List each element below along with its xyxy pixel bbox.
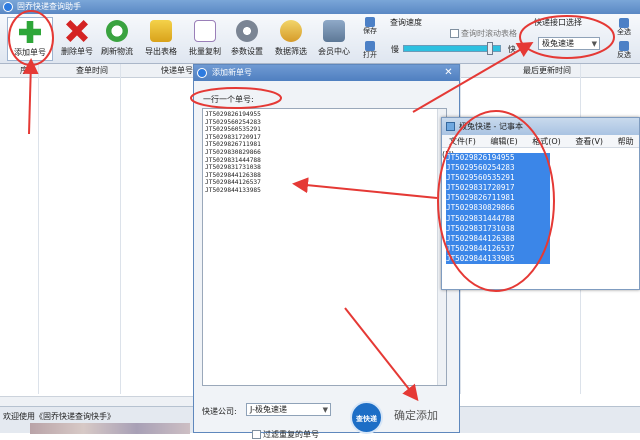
close-icon[interactable]: ✕ xyxy=(442,66,455,79)
add-number-button[interactable]: 添加单号 xyxy=(7,17,53,61)
menu-view[interactable]: 查看(V) xyxy=(575,137,603,146)
delete-icon xyxy=(66,20,88,42)
scroll-table-checkbox[interactable]: 查询时滚动表格 xyxy=(450,28,517,39)
notepad-icon xyxy=(446,122,455,131)
tracking-number-line: JT5029844126388 xyxy=(205,171,261,179)
selected-text-line: JT5029831731038 xyxy=(446,223,550,234)
settings-button[interactable]: 参数设置 xyxy=(224,17,270,61)
col-index[interactable]: 序 xyxy=(20,64,28,78)
member-center-button[interactable]: 会员中心 xyxy=(311,17,357,61)
tracking-number-line: JT5029560535291 xyxy=(205,126,261,134)
chevron-down-icon: ▼ xyxy=(322,406,328,414)
add-number-dialog: 添加新单号 ✕ 一行一个单号: JT5029826194955 JT5029560… xyxy=(193,64,460,439)
menu-format[interactable]: 格式(O) xyxy=(532,137,561,146)
window-title: 固乔快递查询助手 xyxy=(17,2,81,11)
copy-icon xyxy=(194,20,216,42)
selected-text-line: JT5029826711981 xyxy=(446,193,550,204)
grid-divider xyxy=(120,64,121,394)
selected-text-line: JT5029844126388 xyxy=(446,233,550,244)
confirm-add-button[interactable]: 确定添加 xyxy=(387,405,445,427)
notepad-text-area[interactable]: JT5029826194955 JT5029560254283 JT50295605… xyxy=(446,153,550,265)
menu-file[interactable]: 文件(F) xyxy=(449,137,476,146)
col-last-update[interactable]: 最后更新时间 xyxy=(523,64,571,78)
courier-select[interactable]: J-极兔速递 ▼ xyxy=(246,403,331,416)
filter-duplicates-checkbox[interactable]: 过滤重复的单号 xyxy=(252,429,319,440)
tracking-number-line: JT5029831444788 xyxy=(205,156,261,164)
selected-text-line: JT5029560254283 xyxy=(446,163,550,174)
tracking-number-line: JT5029826711981 xyxy=(205,141,261,149)
selected-text-line: JT5029826194955 xyxy=(446,153,550,164)
fast-label: 快 xyxy=(508,45,516,54)
selected-text-line: JT5029831720917 xyxy=(446,183,550,194)
selected-text-line: JT5029830829866 xyxy=(446,203,550,214)
settings-icon xyxy=(236,20,258,42)
data-filter-button[interactable]: 数据筛选 xyxy=(268,17,314,61)
tracking-number-line: JT5029560254283 xyxy=(205,118,261,126)
checkbox-icon xyxy=(450,29,459,38)
member-icon xyxy=(323,20,345,42)
query-speed-panel: 查询速度 查询时滚动表格 慢 快 xyxy=(388,16,518,58)
filter-icon xyxy=(280,20,302,42)
grid-divider xyxy=(38,64,39,394)
export-table-button[interactable]: 导出表格 xyxy=(138,17,184,61)
refresh-logistics-button[interactable]: 刷新物流 xyxy=(94,17,140,61)
horizontal-scrollbar[interactable] xyxy=(0,396,200,406)
tracking-number-line: JT5029826194955 xyxy=(205,111,261,118)
query-express-logo: 查快递 xyxy=(350,401,383,434)
export-icon xyxy=(150,20,172,42)
interface-select[interactable]: 极兔速递 ▼ xyxy=(538,37,600,50)
open-button[interactable]: 打开 xyxy=(359,40,381,62)
refresh-icon xyxy=(106,20,128,42)
tracking-number-line: JT5029830829866 xyxy=(205,148,261,156)
checkbox-icon xyxy=(252,430,261,439)
window-titlebar: 固乔快递查询助手 xyxy=(0,0,640,14)
selected-text-line: JT5029844133985 xyxy=(446,253,550,265)
add-icon xyxy=(19,21,41,43)
status-image-strip xyxy=(30,423,190,434)
tracking-number-line: JT5029831720917 xyxy=(205,133,261,141)
tracking-number-line: JT5029844126537 xyxy=(205,179,261,187)
save-button[interactable]: 保存 xyxy=(359,16,381,38)
tracking-number-line: JT5029844133985 xyxy=(205,186,261,194)
notepad-window: 极兔快递 - 记事本 文件(F) 编辑(E) 格式(O) 查看(V) 帮助(H)… xyxy=(441,117,640,290)
app-logo-icon xyxy=(197,68,207,78)
courier-label: 快递公司: xyxy=(202,407,237,416)
select-all-button[interactable]: 全选 xyxy=(613,17,635,39)
col-query-time[interactable]: 查单时间 xyxy=(76,64,108,78)
batch-copy-button[interactable]: 批量复制 xyxy=(182,17,228,61)
notepad-title: 极兔快递 - 记事本 xyxy=(459,122,523,131)
tracking-number-line: JT5029831731038 xyxy=(205,164,261,172)
notepad-titlebar: 极兔快递 - 记事本 xyxy=(442,118,639,135)
speed-slider[interactable] xyxy=(403,42,501,55)
notepad-menubar: 文件(F) 编辑(E) 格式(O) 查看(V) 帮助(H) xyxy=(442,135,639,159)
chevron-down-icon: ▼ xyxy=(591,40,597,48)
interface-title: 快递接口选择 xyxy=(534,18,582,27)
speed-slider-knob[interactable] xyxy=(486,42,493,55)
selected-text-line: JT5029831444788 xyxy=(446,213,550,224)
dialog-titlebar: 添加新单号 ✕ xyxy=(194,65,459,81)
selected-text-line: JT5029560535291 xyxy=(446,173,550,184)
app-logo-icon xyxy=(3,2,13,12)
tracking-number-list: JT5029826194955 JT5029560254283 JT50295605… xyxy=(205,111,446,195)
courier-interface-panel: 快递接口选择 极兔速递 ▼ xyxy=(528,16,610,58)
dialog-title: 添加新单号 xyxy=(212,68,252,77)
menu-edit[interactable]: 编辑(E) xyxy=(490,137,517,146)
tracking-numbers-textarea[interactable]: JT5029826194955 JT5029560254283 JT50295605… xyxy=(202,108,447,386)
query-speed-title: 查询速度 xyxy=(390,18,422,27)
invert-select-button[interactable]: 反选 xyxy=(613,40,635,62)
col-tracking-number[interactable]: 快递单号 xyxy=(161,64,193,78)
selected-text-line: JT5029844126537 xyxy=(446,243,550,254)
status-text: 欢迎使用《固乔快递查询快手》 xyxy=(3,412,115,421)
instruction-label: 一行一个单号: xyxy=(203,95,254,104)
slow-label: 慢 xyxy=(391,45,399,54)
